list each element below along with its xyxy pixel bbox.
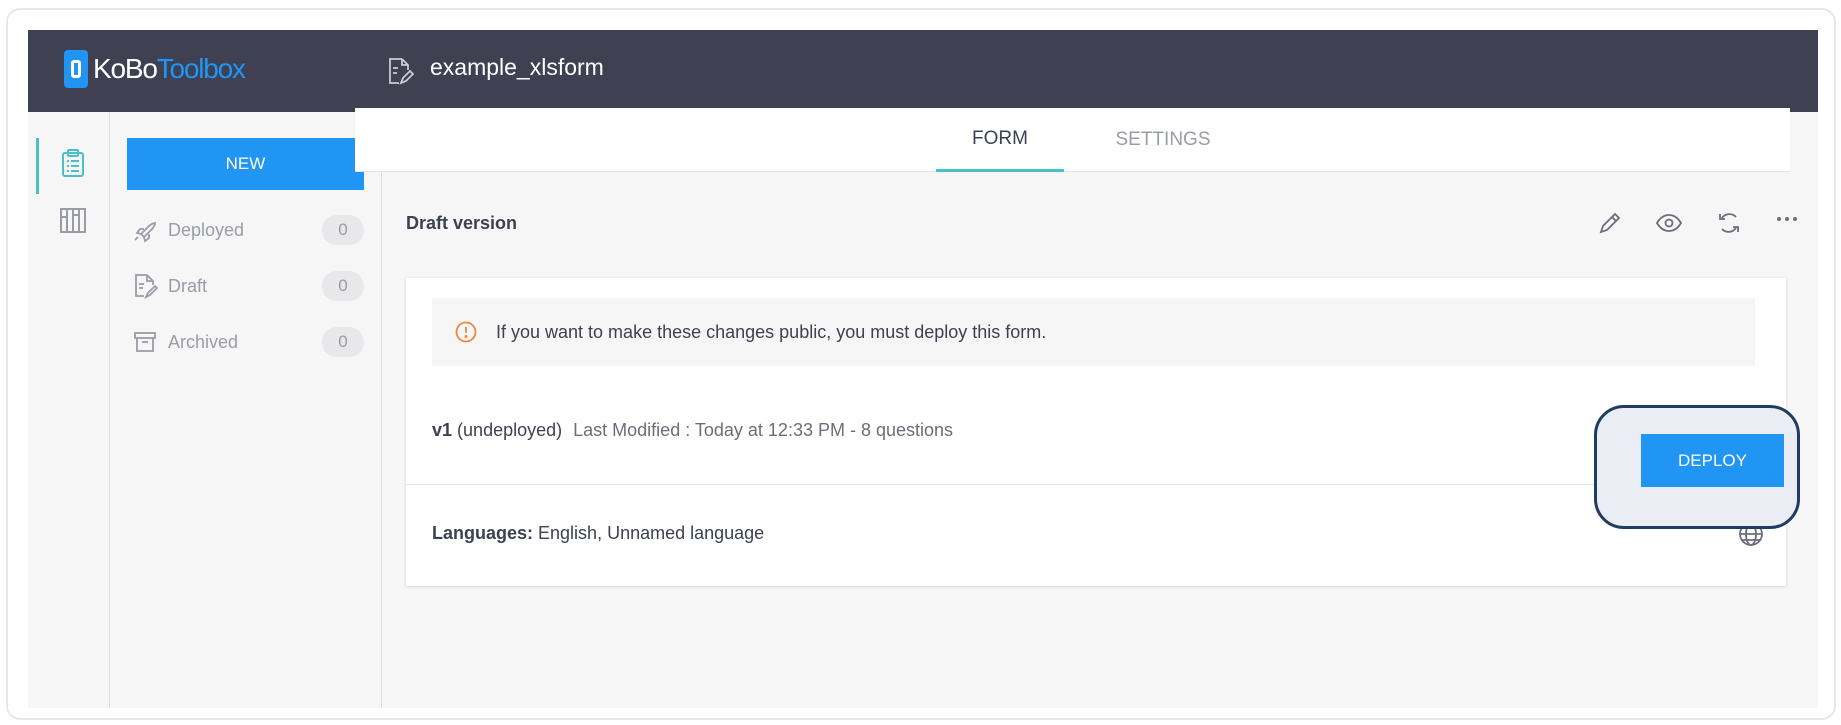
- form-tabs: FORM SETTINGS: [355, 108, 1790, 172]
- replace-icon[interactable]: [1713, 207, 1745, 239]
- tab-settings[interactable]: SETTINGS: [1103, 108, 1223, 172]
- deploy-button[interactable]: DEPLOY: [1641, 434, 1784, 487]
- sidebar-item-label: Archived: [168, 331, 239, 352]
- logo-toolbox: Toolbox: [156, 53, 246, 84]
- alert-text: If you want to make these changes public…: [496, 321, 1047, 342]
- form-draft-icon: [389, 58, 414, 85]
- tab-form[interactable]: FORM: [936, 108, 1064, 172]
- sidebar-item-label: Draft: [168, 275, 208, 296]
- edit-icon[interactable]: [1594, 207, 1626, 239]
- logo-text: KoBoToolbox: [93, 53, 246, 85]
- languages-row: Languages: English, Unnamed language: [432, 523, 764, 544]
- deploy-alert: If you want to make these changes public…: [432, 298, 1755, 366]
- more-icon[interactable]: [1771, 207, 1803, 239]
- sidebar-item-deployed[interactable]: Deployed 0: [132, 214, 364, 246]
- left-rail: [28, 112, 110, 708]
- count-badge: 0: [322, 327, 364, 357]
- preview-icon[interactable]: [1653, 207, 1685, 239]
- section-title: Draft version: [406, 213, 518, 233]
- version-number: v1: [432, 420, 453, 440]
- divider: [406, 484, 1786, 485]
- draft-icon: [135, 274, 158, 299]
- library-icon[interactable]: [58, 206, 88, 236]
- asset-title: example_xlsform: [430, 54, 604, 80]
- logo-kobo: KoBo: [93, 53, 158, 84]
- draft-version-card: If you want to make these changes public…: [406, 278, 1786, 586]
- rail-active-indicator: [36, 138, 39, 194]
- count-badge: 0: [322, 271, 364, 301]
- top-header: KoBoToolbox example_xlsform: [28, 30, 1818, 112]
- sidebar: NEW Deployed 0 Draft 0 Archived 0: [110, 112, 382, 708]
- archive-icon: [134, 332, 156, 352]
- version-state: (undeployed): [457, 420, 563, 440]
- logo-mark-icon: [64, 50, 88, 88]
- new-button[interactable]: NEW: [127, 138, 364, 190]
- sidebar-item-archived[interactable]: Archived 0: [132, 326, 364, 358]
- languages-value: English, Unnamed language: [538, 523, 765, 543]
- sidebar-item-label: Deployed: [168, 219, 245, 240]
- version-row: v1 (undeployed) Last Modified : Today at…: [432, 420, 953, 441]
- kobotoolbox-logo[interactable]: KoBoToolbox: [64, 50, 246, 88]
- languages-label: Languages:: [432, 523, 534, 543]
- version-meta: Last Modified : Today at 12:33 PM - 8 qu…: [573, 420, 954, 440]
- rocket-icon: [134, 222, 156, 243]
- clipboard-icon[interactable]: [58, 148, 88, 178]
- warning-icon: [455, 321, 477, 343]
- count-badge: 0: [322, 215, 364, 245]
- sidebar-item-draft[interactable]: Draft 0: [132, 270, 364, 302]
